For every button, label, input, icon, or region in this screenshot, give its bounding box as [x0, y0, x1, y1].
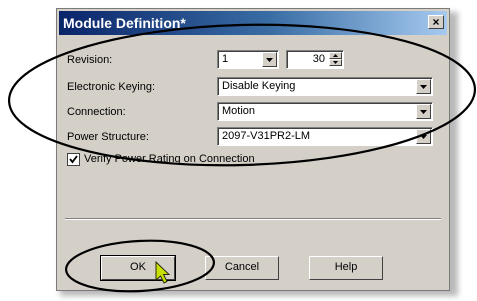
verify-power-rating-label[interactable]: Verify Power Rating on Connection	[84, 153, 255, 165]
revision-dropdown-button[interactable]	[262, 52, 277, 67]
power-structure-select[interactable]: 2097-V31PR2-LM	[217, 127, 433, 146]
connection-label: Connection:	[67, 106, 126, 118]
title-bar[interactable]: Module Definition* ×	[59, 11, 447, 35]
revision-major-value: 1	[222, 53, 229, 65]
chevron-down-icon	[420, 110, 427, 114]
revision-label: Revision:	[67, 54, 113, 66]
revision-spin-buttons[interactable]	[329, 52, 342, 67]
electronic-keying-dropdown-button[interactable]	[416, 79, 431, 94]
help-button[interactable]: Help	[309, 256, 383, 280]
power-structure-dropdown-button[interactable]	[416, 129, 431, 144]
power-structure-value: 2097-V31PR2-LM	[222, 130, 311, 142]
chevron-down-icon	[266, 58, 273, 62]
connection-value: Motion	[222, 105, 256, 117]
spin-down-icon[interactable]	[329, 59, 342, 66]
chevron-down-icon	[420, 135, 427, 139]
separator	[65, 218, 441, 220]
connection-dropdown-button[interactable]	[416, 104, 431, 119]
spin-up-icon[interactable]	[329, 52, 342, 59]
electronic-keying-label: Electronic Keying:	[67, 81, 156, 93]
chevron-down-icon	[420, 85, 427, 89]
module-definition-dialog: Module Definition* × Revision: 1 30 Elec…	[56, 8, 450, 291]
checkmark-icon	[69, 155, 78, 164]
ok-label: OK	[130, 261, 146, 273]
power-structure-label: Power Structure:	[67, 131, 149, 143]
cancel-button[interactable]: Cancel	[205, 256, 279, 280]
revision-minor-spinner[interactable]: 30	[286, 50, 344, 69]
close-icon: ×	[432, 15, 440, 29]
ok-button[interactable]: OK	[100, 255, 176, 281]
help-label: Help	[334, 261, 358, 273]
verify-power-rating-checkbox[interactable]	[67, 153, 80, 166]
cancel-label: Cancel	[224, 261, 260, 273]
connection-select[interactable]: Motion	[217, 102, 433, 121]
dialog-title: Module Definition*	[63, 15, 186, 31]
revision-minor-value: 30	[312, 53, 325, 65]
electronic-keying-value: Disable Keying	[222, 80, 296, 92]
electronic-keying-select[interactable]: Disable Keying	[217, 77, 433, 96]
close-button[interactable]: ×	[428, 15, 444, 29]
revision-major-select[interactable]: 1	[217, 50, 279, 69]
